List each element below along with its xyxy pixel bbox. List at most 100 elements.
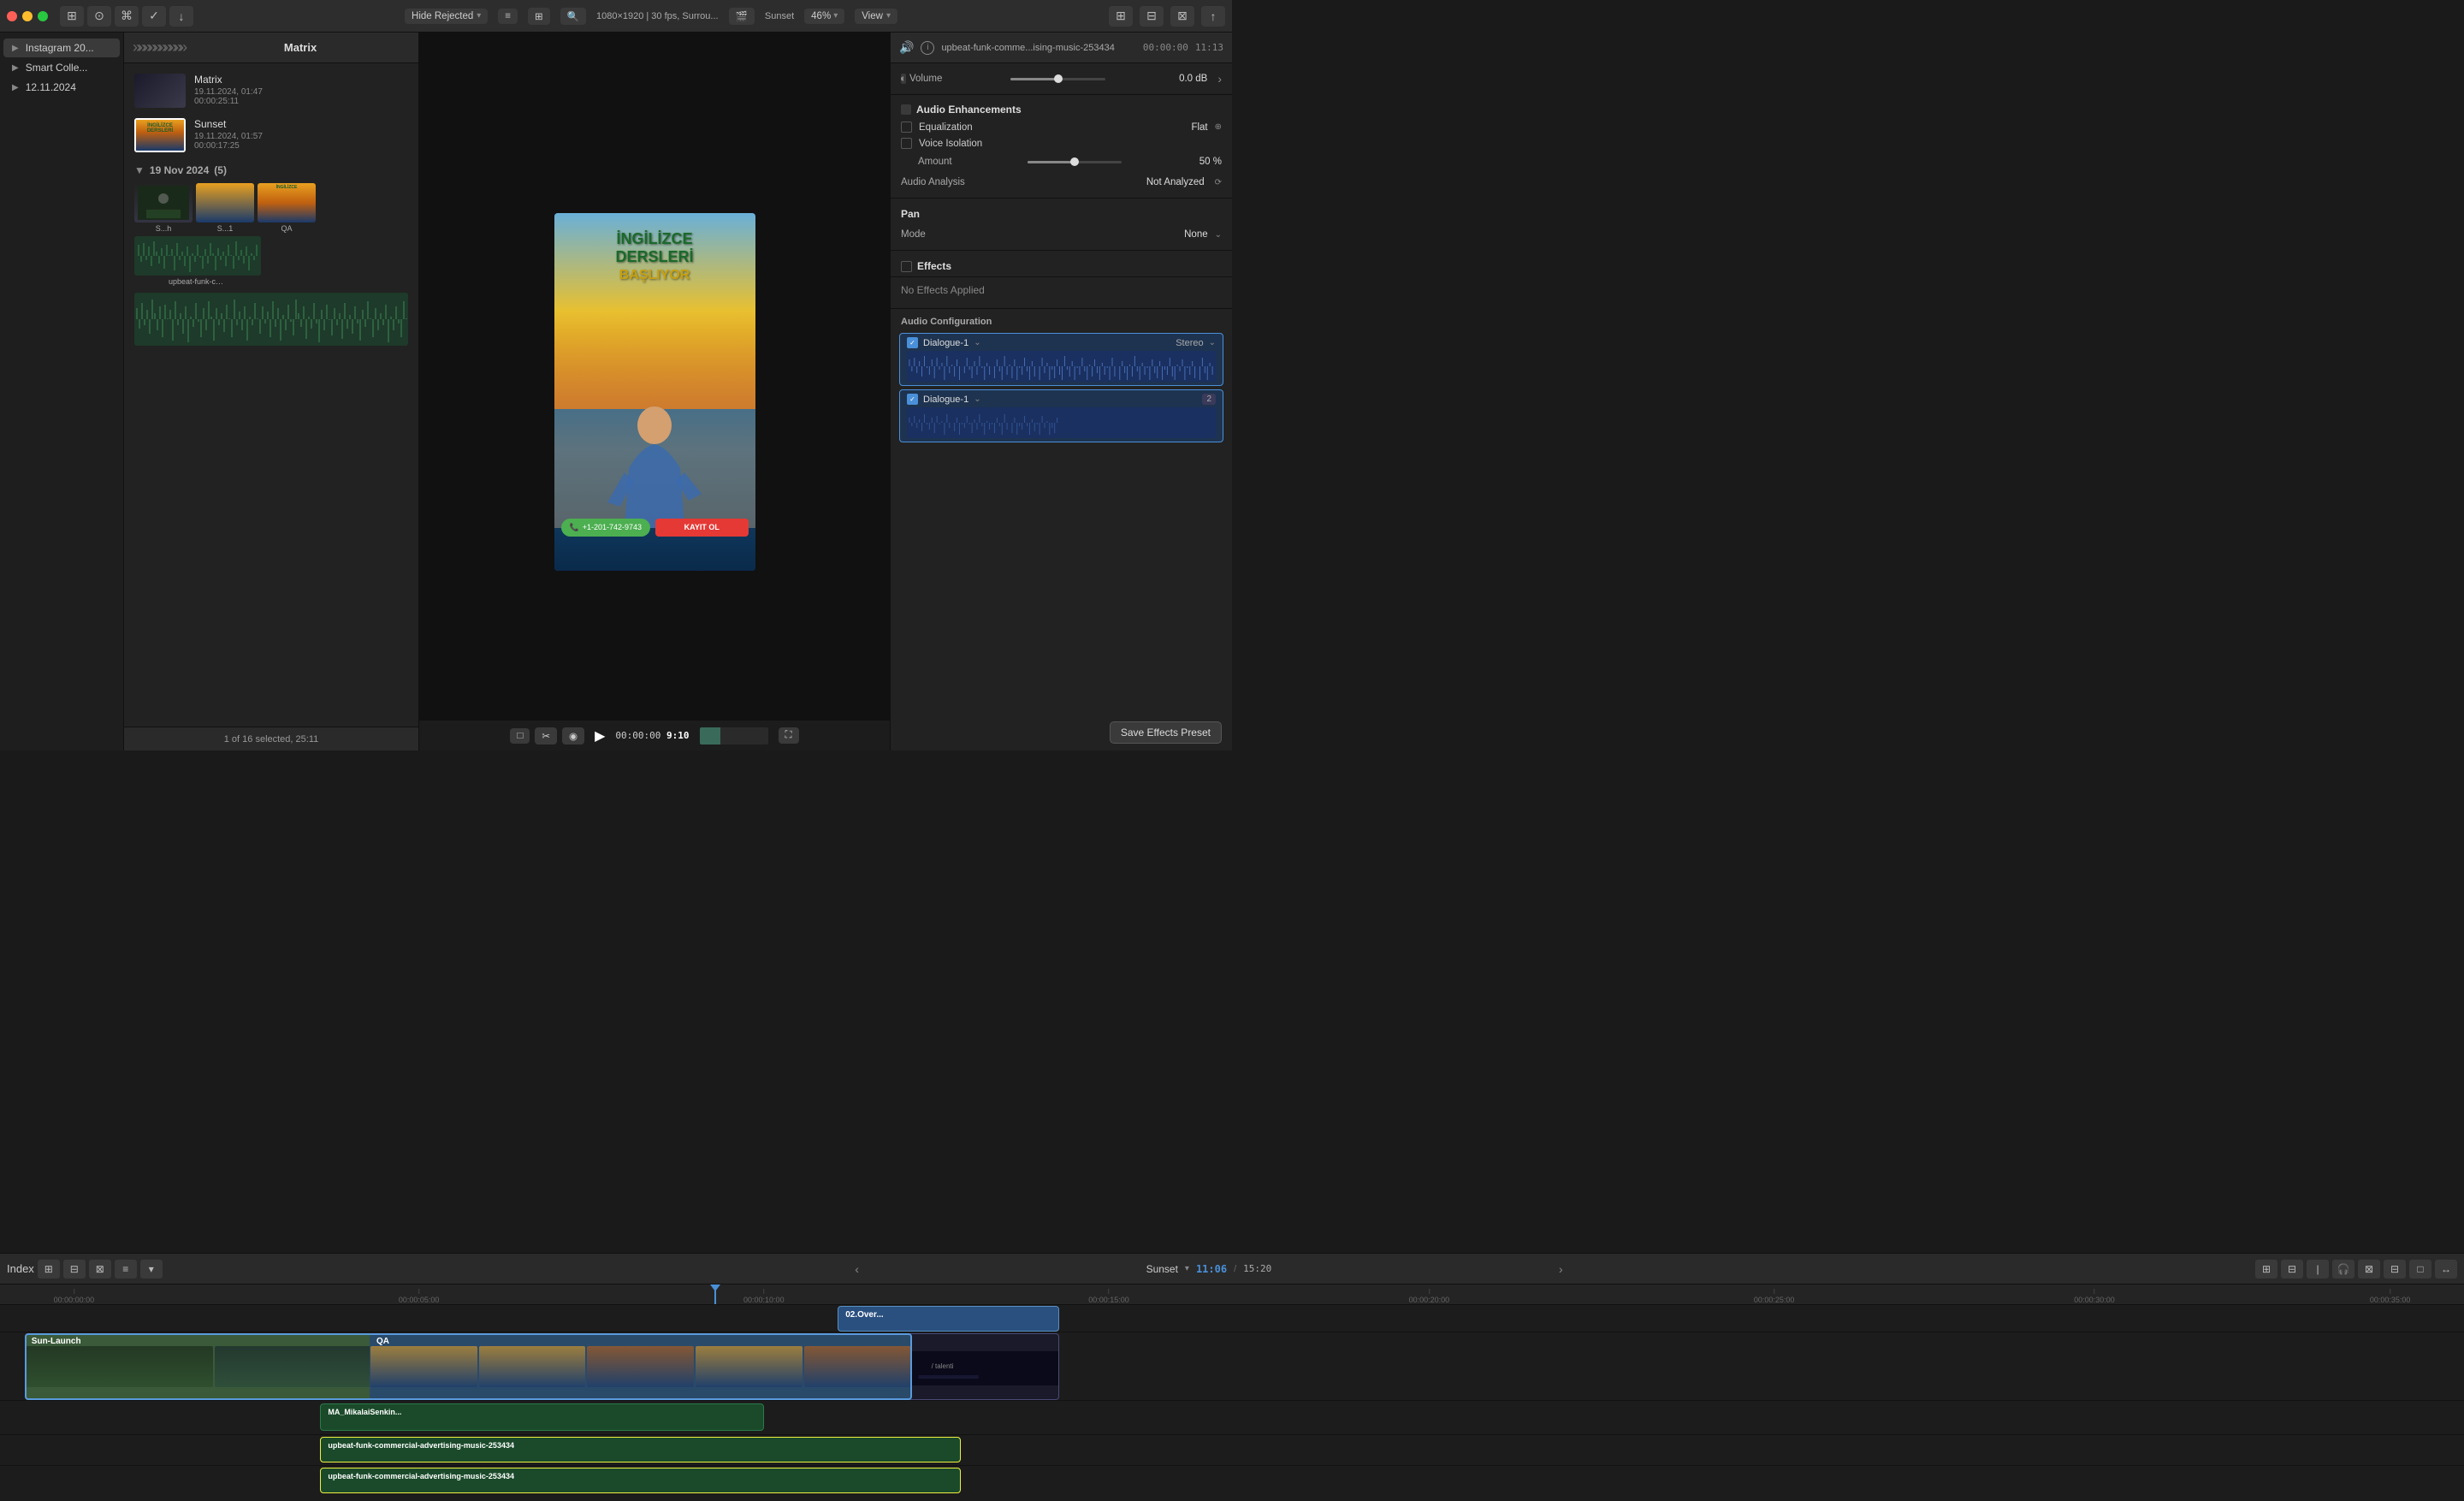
channel-1-type-arrow[interactable]: ⌄: [1209, 338, 1216, 347]
info-icon[interactable]: i: [921, 41, 934, 55]
tl-right-btn-6[interactable]: ⊟: [2384, 1260, 2406, 1279]
export-icon[interactable]: ↑: [1201, 6, 1225, 27]
tl-btn-4[interactable]: ≡: [115, 1260, 137, 1279]
grid-view-button[interactable]: ⊞: [528, 8, 550, 25]
eq-dropdown-arrow[interactable]: ⊕: [1215, 122, 1222, 132]
toolbar-right: ⊞ ⊟ ⊠ ↑: [1109, 6, 1225, 27]
tl-right-btn-5[interactable]: ⊠: [2358, 1260, 2380, 1279]
ruler-mark-0: 00:00:00:00: [54, 1289, 95, 1304]
minimize-button[interactable]: [22, 11, 33, 21]
timeline-ruler: 00:00:00:00 00:00:05:00 00:00:10:00 00:0…: [0, 1284, 2464, 1305]
sidebar-item-instagram[interactable]: ▶ Instagram 20...: [3, 39, 120, 57]
play-button[interactable]: ▶: [595, 727, 605, 745]
audio-clip-1[interactable]: MA_MikalaiSenkin...: [320, 1403, 763, 1431]
date-group-label: 19 Nov 2024: [150, 164, 209, 176]
channel-1-expand[interactable]: ⌄: [974, 338, 980, 347]
tl-btn-1[interactable]: ⊞: [38, 1260, 60, 1279]
analyze-icon[interactable]: ⟳: [1215, 178, 1222, 187]
amount-row: Amount 50 %: [891, 151, 1232, 172]
thumb-label-audio: upbeat-funk-commercia...ve: [169, 277, 227, 286]
tl-btn-dropdown[interactable]: ▾: [140, 1260, 163, 1279]
camera-icon[interactable]: 🎬: [729, 8, 755, 25]
channel-2-expand[interactable]: ⌄: [974, 395, 980, 404]
tl-right-btn-1[interactable]: ⊞: [2255, 1260, 2277, 1279]
hide-rejected-button[interactable]: Hide Rejected ▾: [405, 9, 488, 24]
effects-checkbox[interactable]: [901, 261, 912, 272]
overlay-track-row: 02.Over...: [0, 1305, 2464, 1332]
nav-arrow-right[interactable]: ›: [1551, 1260, 1570, 1279]
pan-dropdown-arrow[interactable]: ⌄: [1215, 230, 1222, 240]
clip-item-matrix[interactable]: Matrix 19.11.2024, 01:47 00:00:25:11: [129, 68, 413, 113]
tl-btn-3[interactable]: ⊠: [89, 1260, 111, 1279]
tl-right-btn-8[interactable]: ↔: [2435, 1260, 2457, 1279]
close-button[interactable]: [7, 11, 17, 21]
sidebar-item-smart-colle[interactable]: ▶ Smart Colle...: [3, 58, 120, 77]
overlay-clip[interactable]: 02.Over...: [838, 1306, 1059, 1332]
clip-info-matrix: Matrix 19.11.2024, 01:47 00:00:25:11: [194, 74, 408, 106]
voice-isolation-checkbox[interactable]: [901, 138, 912, 149]
clip-name-sunset: Sunset: [194, 118, 408, 130]
view-button[interactable]: View ▾: [855, 9, 897, 24]
zoom-button[interactable]: 46% ▾: [804, 9, 844, 24]
index-label[interactable]: Index: [7, 1262, 34, 1275]
thumb-item-audio[interactable]: upbeat-funk-commercia...ve: [134, 236, 261, 286]
thumb-item-s2[interactable]: S...1: [196, 183, 254, 233]
transform-btn[interactable]: ◉: [562, 727, 584, 745]
clip-item-sunset[interactable]: İNGİLİZCEDERSLERİ Sunset 19.11.2024, 01:…: [129, 113, 413, 157]
tl-right-btn-4[interactable]: 🎧: [2332, 1260, 2354, 1279]
media-icon[interactable]: ⊙: [87, 6, 111, 27]
preview-phone-btn: 📞 +1-201-742-9743: [561, 519, 651, 537]
tl-right-btn-7[interactable]: □: [2409, 1260, 2431, 1279]
nav-arrow-left[interactable]: ‹: [848, 1260, 867, 1279]
tl-clip-name[interactable]: Sunset: [1146, 1263, 1178, 1275]
tl-clip-dropdown[interactable]: ▾: [1185, 1264, 1189, 1273]
volume-slider[interactable]: [1010, 78, 1105, 80]
overlay-clip-label: 02.Over...: [842, 1308, 886, 1321]
thumb-item-qa[interactable]: İNGİLİZCE QA: [258, 183, 316, 233]
audio-clip-3[interactable]: upbeat-funk-commercial-advertising-music…: [320, 1468, 961, 1493]
search-button[interactable]: 🔍: [560, 8, 586, 25]
qa-clip[interactable]: QA: [370, 1333, 912, 1400]
save-effects-preset-button[interactable]: Save Effects Preset: [1110, 721, 1222, 744]
pan-mode-row: Mode None ⌄: [891, 224, 1232, 245]
timeline-nav-left: ‹: [848, 1260, 867, 1279]
ruler-mark-35: 00:00:35:00: [2370, 1289, 2411, 1304]
audio-enhancements-header[interactable]: Audio Enhancements: [891, 100, 1232, 119]
tl-btn-2[interactable]: ⊟: [63, 1260, 86, 1279]
fullscreen-btn[interactable]: ⛶: [779, 727, 799, 744]
channel-1-checkbox[interactable]: ✓: [907, 337, 918, 348]
timeline-toolbar-center: Sunset ▾ 11:06 / 15:20: [872, 1263, 1547, 1275]
sidebar-item-date[interactable]: ▶ 12.11.2024: [3, 78, 120, 97]
preview-controls: □ ✂ ◉ ▶ 00:00:00 9:10 ⛶: [419, 720, 890, 750]
ruler-mark-25: 00:00:25:00: [1754, 1289, 1795, 1304]
clip-select-btn[interactable]: ✂: [535, 727, 557, 745]
thumb-label-qa: QA: [281, 224, 292, 233]
skimmer-btn[interactable]: □: [510, 728, 530, 744]
date-header-19nov[interactable]: ▼ 19 Nov 2024 (5): [129, 157, 413, 180]
date-group-arrow[interactable]: ▼: [134, 164, 145, 176]
grid-layout-icon[interactable]: ⊞: [1109, 6, 1133, 27]
download-icon[interactable]: ↓: [169, 6, 193, 27]
thumb-item-s1[interactable]: S...h: [134, 183, 192, 233]
inspector-title: upbeat-funk-comme...ising-music-253434: [941, 43, 1135, 53]
layout-icon[interactable]: ⊠: [1170, 6, 1194, 27]
key-icon[interactable]: ⌘: [115, 6, 139, 27]
equalization-checkbox[interactable]: [901, 122, 912, 133]
list-view-button[interactable]: ≡: [498, 9, 518, 24]
tl-right-btn-3[interactable]: |: [2307, 1260, 2329, 1279]
check-icon[interactable]: ✓: [142, 6, 166, 27]
amount-slider[interactable]: [1028, 161, 1122, 163]
split-icon[interactable]: ⊟: [1140, 6, 1164, 27]
clip-list: Matrix 19.11.2024, 01:47 00:00:25:11 İNG…: [124, 63, 418, 727]
maximize-button[interactable]: [38, 11, 48, 21]
effects-section: Effects No Effects Applied: [891, 251, 1232, 309]
audio-clip-2[interactable]: upbeat-funk-commercial-advertising-music…: [320, 1437, 961, 1462]
browser-footer-text: 1 of 16 selected, 25:11: [224, 734, 319, 745]
volume-expand-icon[interactable]: ›: [1217, 72, 1222, 86]
tl-right-btn-2[interactable]: ⊟: [2281, 1260, 2303, 1279]
tl-total-time: 15:20: [1243, 1263, 1271, 1274]
motion-arrows-icon: »»»»»»»»»»: [133, 39, 184, 56]
channel-2-name: Dialogue-1: [923, 395, 968, 405]
channel-2-checkbox[interactable]: ✓: [907, 394, 918, 405]
library-icon[interactable]: ⊞: [60, 6, 84, 27]
